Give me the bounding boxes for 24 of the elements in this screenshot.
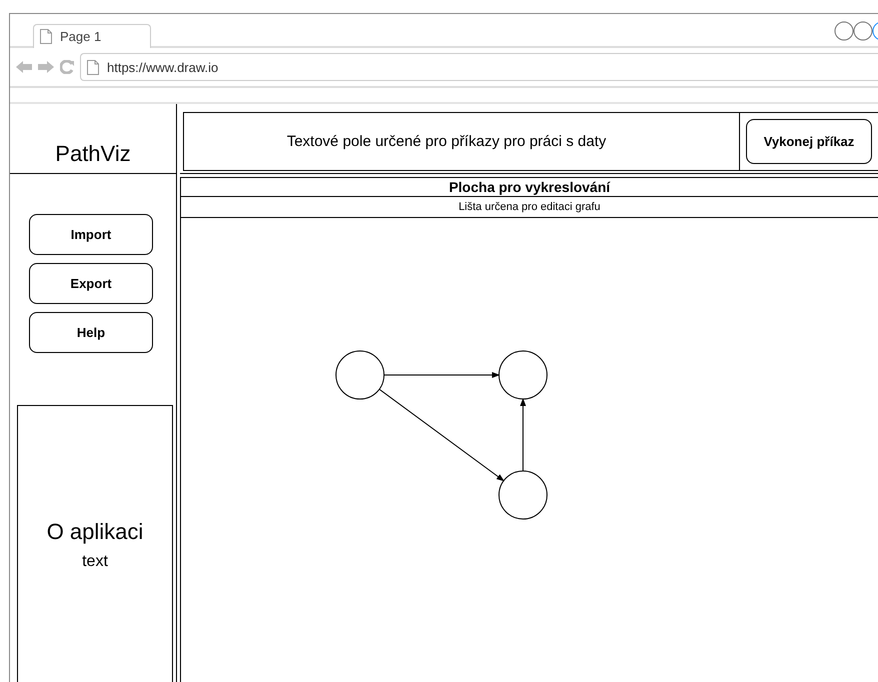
back-icon[interactable] [16,61,32,73]
tab-title: Page 1 [60,29,102,44]
sidebar-button[interactable]: Help [29,312,153,353]
graph-node [336,350,384,400]
drawing-canvas[interactable]: Plocha pro vykreslování Lišta určena pro editaci grafu [180,177,878,682]
page-icon [40,29,52,44]
page-icon [87,60,99,74]
edit-toolbar: Lišta určena pro editaci grafu [181,197,878,218]
reload-icon[interactable] [60,60,74,74]
address-bar[interactable]: https://www.draw.io [80,53,878,81]
about-text: text [82,552,108,570]
forward-icon[interactable] [38,61,54,73]
sidebar-button[interactable]: Import [29,214,153,255]
graph-node [498,470,548,520]
command-field[interactable]: Textové pole určené pro příkazy pro práci s daty [183,112,739,171]
graph-node [498,350,548,400]
app-logo: PathViz [55,141,131,167]
browser-tab[interactable]: Page 1 [33,24,151,48]
window-controls-icon [834,20,878,42]
sidebar-button[interactable]: Export [29,263,153,304]
execute-button[interactable]: Vykonej příkaz [746,119,872,164]
canvas-title: Plocha pro vykreslování [181,178,878,197]
url-text: https://www.draw.io [107,60,218,74]
about-title: O aplikaci [46,518,144,544]
